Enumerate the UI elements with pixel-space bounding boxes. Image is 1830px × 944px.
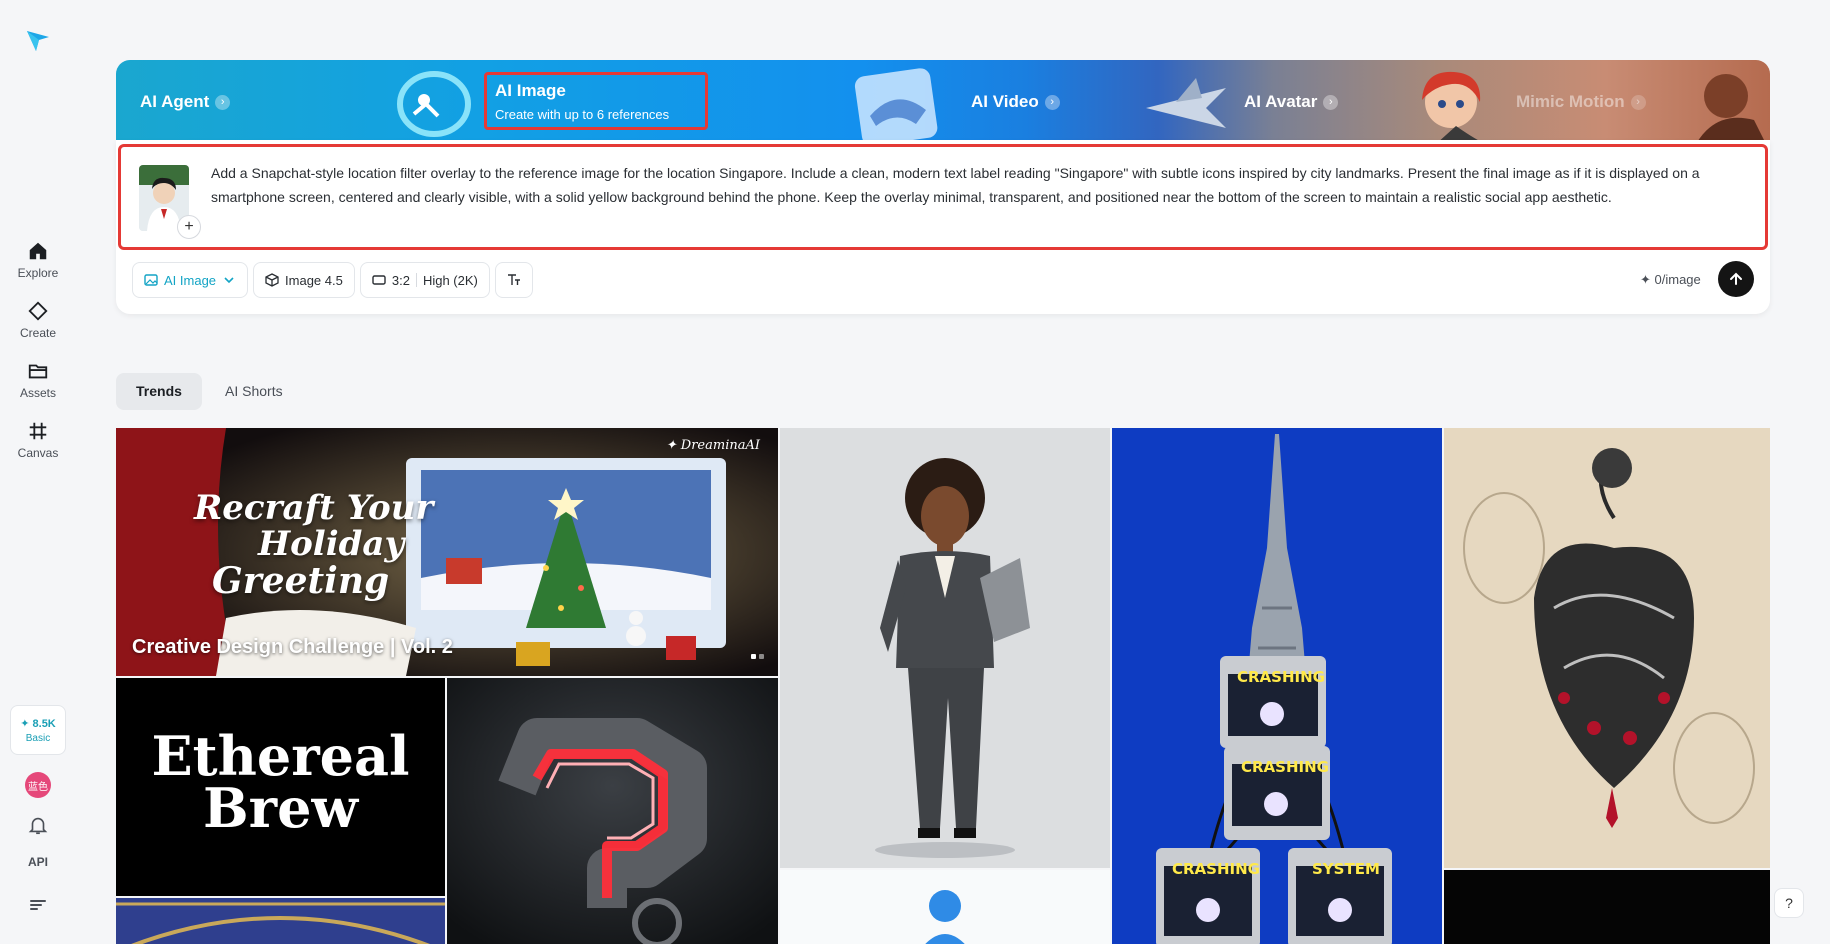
tab-ai-shorts[interactable]: AI Shorts (205, 373, 303, 410)
canvas-icon (29, 422, 47, 440)
prompt-toolbar: AI Image Image 4.5 3:2 High (2K) (132, 262, 533, 298)
chevron-right-icon: › (1630, 94, 1646, 110)
nav-canvas[interactable]: Canvas (0, 420, 76, 470)
sidebar: Explore Create Assets Canvas ✦ 8.5K Basi… (0, 0, 76, 944)
hero-script-line1: Recraft Your (194, 488, 434, 528)
mode-banner: AI Agent › AI Image Create with up to 6 … (116, 60, 1770, 144)
hero-script-line3: Greeting (212, 560, 390, 602)
mechanical-number-image (447, 678, 778, 944)
chevron-right-icon: › (1044, 94, 1060, 110)
menu-icon[interactable] (28, 895, 48, 915)
crash-label-2: CRASHING (1241, 758, 1329, 776)
send-button[interactable] (1718, 261, 1754, 297)
crashing-tower-image: CRASHING CRASHING CRASHING SYSTEM (1112, 428, 1442, 944)
nav-create-label: Create (19, 326, 57, 340)
tab-trends[interactable]: Trends (116, 373, 202, 410)
avatar-girl-art (1422, 71, 1486, 144)
image-icon (144, 274, 158, 286)
credits-value-text: 8.5K (32, 717, 56, 730)
gallery-card-dark[interactable] (1444, 870, 1770, 944)
gallery-card-mechanical-number[interactable] (447, 678, 778, 944)
mode-select-button[interactable]: AI Image (132, 262, 249, 298)
hero-brand-label: ✦ DreaminaAI (665, 438, 760, 453)
help-button[interactable]: ? (1774, 888, 1804, 918)
mode-mimic-motion[interactable]: Mimic Motion › (1516, 60, 1646, 144)
prompt-input[interactable]: Add a Snapchat-style location filter ove… (211, 161, 1751, 209)
cube-icon (265, 273, 279, 287)
ratio-quality-button[interactable]: 3:2 High (2K) (359, 262, 490, 298)
mode-ai-agent[interactable]: AI Agent › (140, 60, 231, 144)
ethereal-line2: Brew (203, 776, 358, 840)
crash-label-3: CRASHING (1172, 860, 1260, 878)
quality-label: High (2K) (422, 272, 478, 288)
gallery-card-businesswoman[interactable] (780, 428, 1110, 868)
hero-title: Creative Design Challenge | Vol. 2 (132, 636, 453, 658)
chevron-down-icon (224, 277, 234, 284)
cost-indicator: ✦ 0/image (1640, 272, 1701, 287)
video-art (854, 68, 938, 144)
nav-create[interactable]: Create (0, 300, 76, 350)
aspect-ratio-icon (372, 275, 386, 285)
hero-script-line2: Holiday (258, 524, 405, 564)
hero-brand-text: DreaminaAI (680, 438, 760, 453)
user-avatar[interactable]: 蓝色 (25, 772, 51, 798)
mode-ai-image-label: AI Image (495, 80, 566, 100)
nav-assets-label: Assets (19, 386, 56, 400)
mode-ai-video[interactable]: AI Video › (971, 60, 1060, 144)
system-label: SYSTEM (1312, 860, 1380, 878)
ethereal-brew-title: Ethereal Brew (116, 729, 445, 835)
dreamina-logo-icon[interactable] (25, 27, 51, 53)
gallery-card-anatomical-heart[interactable] (1444, 428, 1770, 868)
mode-ai-avatar[interactable]: AI Avatar › (1244, 60, 1339, 144)
api-link[interactable]: API (0, 855, 76, 869)
mode-ai-image-subtitle: Create with up to 6 references (495, 106, 670, 122)
mode-select-label: AI Image (164, 272, 217, 288)
arrow-up-icon (1730, 272, 1742, 285)
carousel-dot[interactable] (751, 654, 756, 659)
gallery-card-crashing-tower[interactable]: CRASHING CRASHING CRASHING SYSTEM (1112, 428, 1442, 944)
credits-plan: Basic (25, 732, 51, 744)
hero-banner-card[interactable]: Recraft Your Holiday Greeting ✦ Dreamina… (116, 428, 778, 676)
avatar-plane-art (1146, 78, 1226, 128)
nav-explore-label: Explore (17, 266, 59, 280)
gallery-card-ornate[interactable] (116, 898, 445, 944)
mode-ai-image[interactable]: AI Image Create with up to 6 references (484, 72, 708, 130)
prompt-box[interactable]: + Add a Snapchat-style location filter o… (118, 144, 1768, 250)
mode-ai-video-label: AI Video (971, 92, 1039, 111)
prompt-card: + Add a Snapchat-style location filter o… (116, 140, 1770, 314)
bell-icon[interactable] (27, 814, 49, 836)
text-format-icon (507, 274, 520, 285)
carousel-dot[interactable] (759, 654, 764, 659)
add-reference-button[interactable]: + (177, 215, 201, 239)
folder-icon (28, 364, 48, 379)
text-style-button[interactable] (494, 262, 533, 298)
ratio-label: 3:2 (391, 272, 410, 288)
chevron-right-icon: › (215, 94, 231, 110)
mode-mimic-motion-label: Mimic Motion (1516, 92, 1625, 111)
anatomical-heart-image (1444, 428, 1770, 868)
divider (415, 273, 417, 287)
blue-figure-image (780, 870, 1110, 944)
credits-value: ✦ 8.5K (20, 717, 56, 730)
model-select-label: Image 4.5 (285, 272, 343, 288)
mode-ai-avatar-label: AI Avatar (1244, 92, 1318, 111)
cost-label: 0/image (1654, 272, 1701, 287)
diamond-icon (28, 301, 48, 321)
nav-canvas-label: Canvas (17, 446, 59, 460)
mode-ai-agent-label: AI Agent (140, 92, 210, 111)
home-icon (29, 242, 47, 260)
model-select-button[interactable]: Image 4.5 (253, 262, 355, 298)
gallery-card-ethereal-brew[interactable]: Ethereal Brew (116, 678, 445, 896)
ornate-frame-image (116, 898, 445, 944)
nav-assets[interactable]: Assets (0, 360, 76, 410)
mimic-art (1696, 74, 1766, 144)
credits-badge[interactable]: ✦ 8.5K Basic (10, 705, 66, 755)
chevron-right-icon: › (1323, 94, 1339, 110)
crash-label-1: CRASHING (1237, 668, 1325, 686)
nav-explore[interactable]: Explore (0, 240, 76, 290)
gallery-card-blue-figure[interactable] (780, 870, 1110, 944)
businesswoman-image (780, 428, 1110, 868)
carousel-dots[interactable] (751, 654, 764, 659)
agent-art (397, 71, 471, 137)
